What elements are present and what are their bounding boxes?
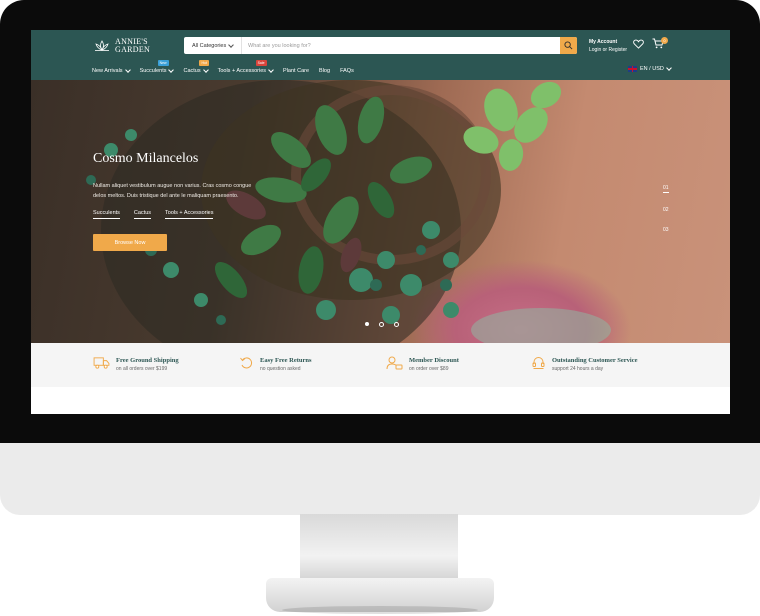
feature-title: Member Discount xyxy=(409,357,459,364)
nav-label: Succulents xyxy=(139,68,167,74)
feature-shipping: Free Ground Shipping on all orders over … xyxy=(93,356,179,373)
search-input[interactable]: What are you looking for? xyxy=(242,37,560,54)
nav-label: Plant Care xyxy=(283,68,310,74)
nav-faqs[interactable]: FAQs xyxy=(340,68,354,74)
nav-new-arrivals[interactable]: New Arrivals xyxy=(92,67,131,74)
nav-blog[interactable]: Blog xyxy=(319,68,330,74)
feature-subtitle: support 24 hours a day xyxy=(552,366,604,372)
slider-dot-3[interactable] xyxy=(394,322,399,327)
slider-dot-1[interactable] xyxy=(365,322,369,326)
language-currency-select[interactable]: EN / USD xyxy=(628,65,672,72)
header-bar: ANNIE'S GARDEN All Categories What are y… xyxy=(31,30,730,80)
chevron-down-icon xyxy=(124,67,131,73)
uk-flag-icon xyxy=(628,66,637,72)
feature-returns: Easy Free Returns no question asked xyxy=(239,356,312,373)
chevron-down-icon xyxy=(202,67,209,73)
nav-label: FAQs xyxy=(340,68,354,74)
feature-title: Free Ground Shipping xyxy=(116,357,179,364)
monitor-chin xyxy=(0,443,760,515)
truck-icon xyxy=(93,357,110,369)
nav-succulents[interactable]: New Succulents xyxy=(139,60,175,74)
hot-badge: Hot xyxy=(199,60,209,66)
nav-plant-care[interactable]: Plant Care xyxy=(283,68,309,74)
nav-label: Blog xyxy=(319,68,331,74)
features-bar: Free Ground Shipping on all orders over … xyxy=(31,343,730,387)
chevron-down-icon xyxy=(168,67,175,73)
website-screen: ANNIE'S GARDEN All Categories What are y… xyxy=(31,30,730,414)
monitor-frame: ANNIE'S GARDEN All Categories What are y… xyxy=(0,0,760,443)
feature-title: Outstanding Customer Service xyxy=(552,357,638,364)
hero-slider: Cosmo Milancelos Nullam aliquet vestibul… xyxy=(31,80,730,343)
main-nav: New Arrivals New Succulents Hot Cactus S… xyxy=(92,60,354,76)
slider-dot-2[interactable] xyxy=(379,322,384,327)
hero-description: Nullam aliquet vestibulum augue non vari… xyxy=(93,183,252,199)
feature-member-discount: Member Discount on order over $89 xyxy=(386,356,459,373)
slide-number-nav: 01 02 03 xyxy=(663,185,669,233)
feature-subtitle: on all orders over $199 xyxy=(116,366,168,372)
return-icon xyxy=(240,357,253,369)
hero-link-cactus[interactable]: Cactus xyxy=(133,210,152,219)
slide-number-2[interactable]: 02 xyxy=(663,207,669,213)
monitor-stand-neck xyxy=(300,514,458,584)
search-button[interactable] xyxy=(560,37,577,54)
chevron-down-icon xyxy=(268,67,274,73)
search-icon xyxy=(564,41,573,50)
new-badge: New xyxy=(157,60,169,66)
logo-text: ANNIE'S GARDEN xyxy=(115,38,150,54)
language-currency-label: EN / USD xyxy=(640,66,664,72)
lotus-icon xyxy=(95,40,109,51)
wishlist-icon[interactable] xyxy=(633,39,644,49)
nav-cactus[interactable]: Hot Cactus xyxy=(183,60,209,74)
hero-link-succulents[interactable]: Succulents xyxy=(93,210,120,219)
account-block[interactable]: My Account Login or Register xyxy=(589,38,627,54)
cart-count-badge: 0 xyxy=(661,37,668,44)
slide-number-3[interactable]: 03 xyxy=(663,227,669,233)
search-bar: All Categories What are you looking for? xyxy=(184,37,577,54)
nav-tools-accessories[interactable]: Sale Tools + Accessories xyxy=(217,60,274,74)
site-logo[interactable]: ANNIE'S GARDEN xyxy=(93,36,150,56)
support-icon xyxy=(532,357,545,369)
chevron-down-icon xyxy=(666,65,672,71)
feature-subtitle: no question asked xyxy=(260,366,301,372)
member-icon xyxy=(386,356,403,370)
browse-now-button[interactable]: Browse Now xyxy=(93,234,167,251)
login-register-link[interactable]: Login or Register xyxy=(589,46,627,54)
sale-badge: Sale xyxy=(255,60,267,66)
category-select-label: All Categories xyxy=(192,42,227,49)
feature-customer-service: Outstanding Customer Service support 24 … xyxy=(531,356,637,373)
hero-link-tools[interactable]: Tools + Accessories xyxy=(165,210,214,219)
monitor-stand-shadow xyxy=(282,606,478,614)
slide-number-1[interactable]: 01 xyxy=(663,185,669,193)
hero-category-links: Succulents Cactus Tools + Accessories xyxy=(93,210,214,219)
nav-label: Cactus xyxy=(183,68,201,74)
nav-label: Tools + Accessories xyxy=(217,68,267,74)
account-title: My Account xyxy=(589,39,618,45)
slider-dots xyxy=(365,322,399,327)
feature-subtitle: on order over $89 xyxy=(409,366,449,372)
feature-title: Easy Free Returns xyxy=(260,357,312,364)
logo-line-2: GARDEN xyxy=(115,45,151,54)
nav-label: New Arrivals xyxy=(92,68,123,74)
chevron-down-icon xyxy=(228,41,235,48)
category-select[interactable]: All Categories xyxy=(184,37,242,54)
hero-title: Cosmo Milancelos xyxy=(93,151,199,166)
